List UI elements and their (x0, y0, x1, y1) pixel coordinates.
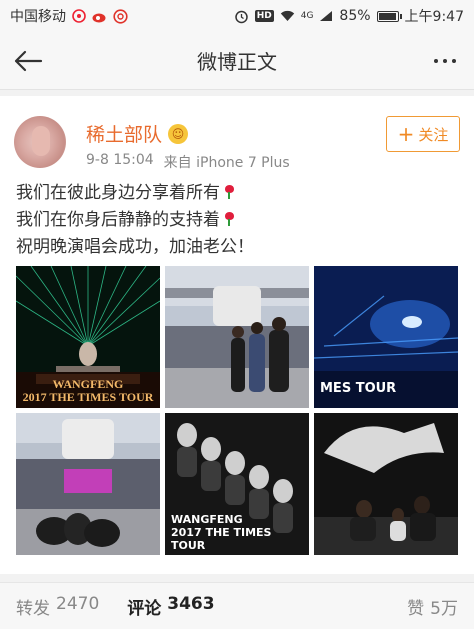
post-text-line-2: 我们在你身后静静的支持着 (16, 210, 220, 230)
clock: 上午9:47 (404, 9, 464, 25)
battery-percent: 85% (339, 8, 371, 24)
more-options-button[interactable] (430, 52, 460, 70)
weibo-notification-icon (92, 10, 107, 23)
post-meta: 9-8 15:04 来自 iPhone 7 Plus (86, 152, 290, 172)
like-count: 5万 (430, 598, 458, 619)
back-button[interactable] (10, 44, 46, 78)
weibo-post: 稀土部队 ☺ 9-8 15:04 来自 iPhone 7 Plus + 关注 我… (0, 96, 474, 574)
image-5-caption-line-1: WANGFENG (171, 513, 243, 526)
post-source: 来自 iPhone 7 Plus (163, 155, 290, 171)
post-image-5[interactable]: WANGFENG 2017 THE TIMES TOUR (165, 413, 309, 555)
hd-icon: HD (254, 10, 274, 22)
navigation-bar: 微博正文 (0, 32, 474, 90)
image-grid: WANGFENG 2017 THE TIMES TOUR MES TOUR WA… (16, 266, 458, 555)
post-image-1[interactable]: WANGFENG 2017 THE TIMES TOUR (16, 266, 160, 408)
repost-button[interactable]: 转发 2470 (16, 594, 99, 619)
post-image-6[interactable] (314, 413, 458, 555)
image-1-caption-line-2: 2017 THE TIMES TOUR (22, 390, 154, 404)
rose-emoji-icon (223, 212, 235, 226)
app-notification-icon (72, 9, 86, 23)
message-notification-icon (113, 8, 128, 24)
plus-icon: + (397, 122, 415, 146)
battery-fill (378, 12, 396, 20)
wifi-icon (280, 10, 295, 22)
family-stage-graphic (165, 266, 309, 408)
status-bar: 中国移动 HD 4G 85% 上午9:47 (0, 0, 474, 32)
avatar[interactable] (14, 116, 66, 168)
repost-label: 转发 (16, 598, 50, 619)
post-image-3[interactable]: MES TOUR (314, 266, 458, 408)
alarm-icon (234, 9, 249, 24)
like-label: 赞 (407, 598, 425, 619)
like-button[interactable]: 赞 5万 (407, 594, 458, 619)
vip-badge-icon: ☺ (168, 123, 189, 144)
post-time: 9-8 15:04 (86, 152, 154, 168)
post-text: 我们在彼此身边分享着所有 我们在你身后静静的支持着 祝明晚演唱会成功，加油老公！ (16, 180, 456, 261)
post-image-2[interactable] (165, 266, 309, 408)
comment-button[interactable]: 评论 3463 (127, 594, 214, 619)
stage-crowd-graphic (16, 413, 160, 555)
repost-count: 2470 (56, 593, 100, 614)
network-type: 4G (300, 11, 314, 21)
avatar-image-detail (32, 126, 50, 156)
post-text-line-1: 我们在彼此身边分享着所有 (16, 183, 220, 203)
comment-label: 评论 (127, 598, 162, 619)
comment-count: 3463 (167, 593, 215, 614)
author-name[interactable]: 稀土部队 (86, 120, 162, 147)
watermark: ✦ App (410, 557, 458, 573)
more-dots-icon (434, 59, 438, 63)
family-seated-graphic (314, 413, 458, 555)
carrier-label: 中国移动 (10, 9, 66, 25)
post-image-4[interactable] (16, 413, 160, 555)
back-arrow-icon (14, 50, 43, 72)
page-title: 微博正文 (197, 50, 277, 74)
signal-icon (319, 10, 333, 22)
follow-label: 关注 (418, 125, 449, 144)
battery-icon (376, 10, 402, 22)
image-3-caption: MES TOUR (320, 381, 397, 396)
post-text-line-3: 祝明晚演唱会成功，加油老公！ (16, 237, 254, 257)
image-5-caption-line-2: 2017 THE TIMES TOUR (171, 526, 272, 552)
rose-emoji-icon (223, 185, 235, 199)
action-bar: 转发 2470 评论 3463 赞 5万 (0, 582, 474, 629)
follow-button[interactable]: + 关注 (386, 116, 460, 152)
